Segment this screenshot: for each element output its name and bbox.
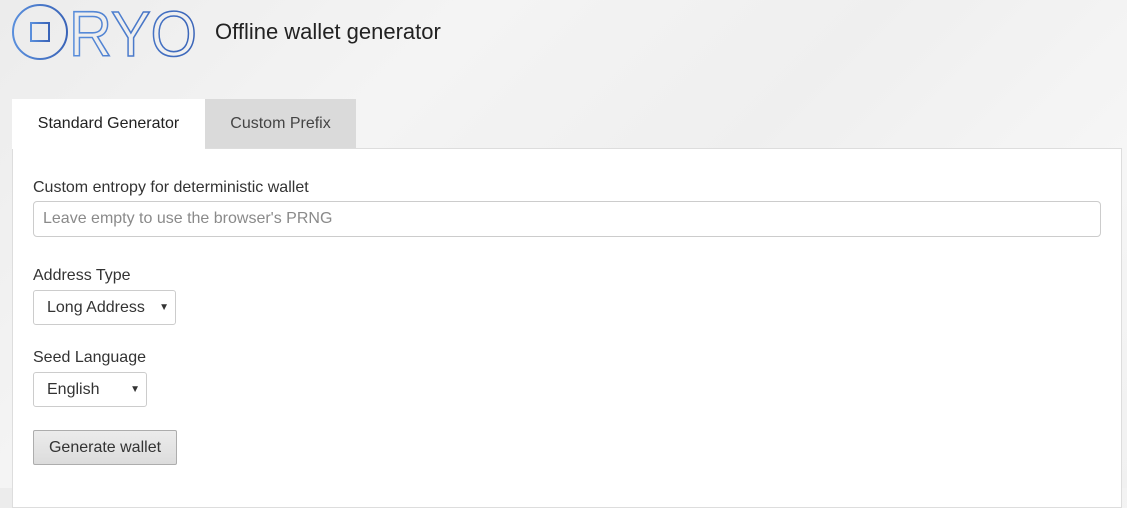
page-title: Offline wallet generator	[215, 19, 441, 44]
seed-language-value: English	[47, 381, 100, 398]
entropy-label: Custom entropy for deterministic wallet	[33, 179, 309, 196]
tab-standard-generator[interactable]: Standard Generator	[12, 99, 205, 149]
caret-down-icon: ▼	[130, 384, 140, 395]
seed-language-label: Seed Language	[33, 349, 146, 366]
address-type-label: Address Type	[33, 267, 131, 284]
address-type-select[interactable]: Long Address ▼	[33, 290, 176, 325]
tab-custom-prefix[interactable]: Custom Prefix	[205, 99, 356, 149]
address-type-value: Long Address	[47, 299, 145, 316]
caret-down-icon: ▼	[159, 302, 169, 313]
ryo-logo: RYO	[11, 4, 197, 60]
generate-wallet-button[interactable]: Generate wallet	[33, 430, 177, 465]
entropy-input[interactable]	[33, 201, 1101, 237]
logo-text: RYO	[69, 4, 197, 60]
seed-language-select[interactable]: English ▼	[33, 372, 147, 407]
